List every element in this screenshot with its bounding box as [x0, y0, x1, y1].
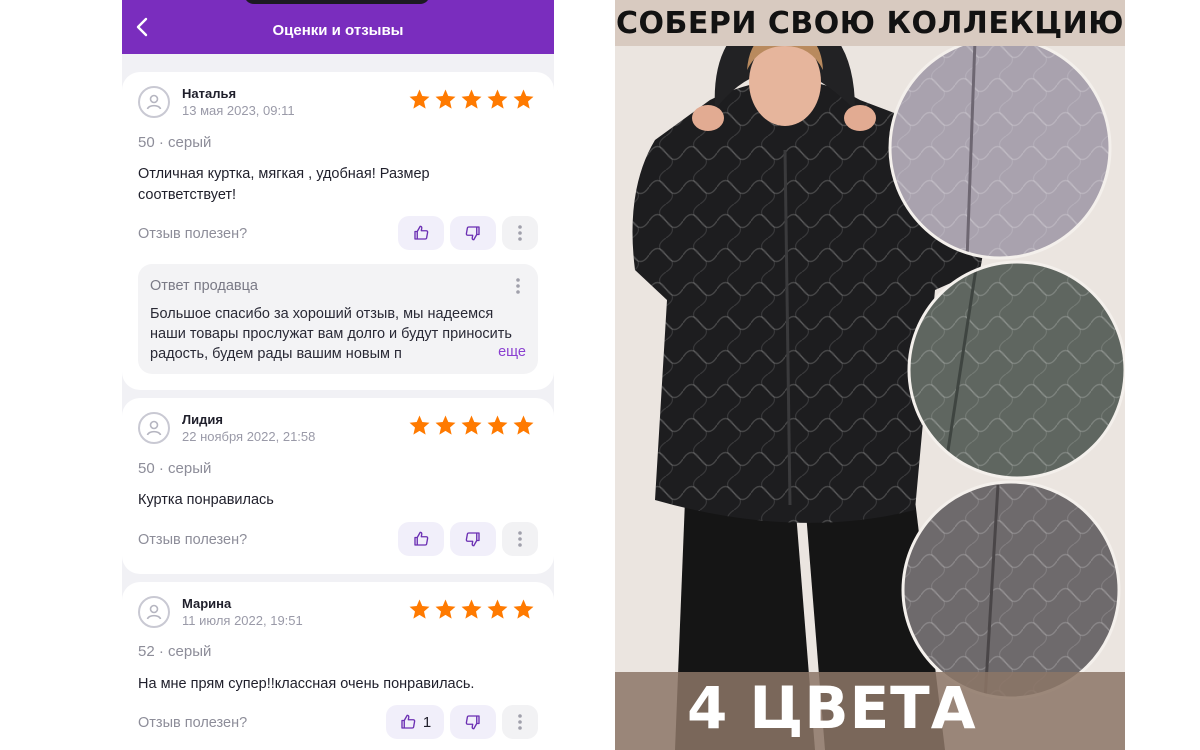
star-icon [487, 89, 508, 109]
review-date: 11 июля 2022, 19:51 [182, 613, 303, 628]
helpful-label: Отзыв полезен? [138, 715, 248, 731]
helpful-label: Отзыв полезен? [138, 226, 248, 242]
helpful-label: Отзыв полезен? [138, 532, 248, 548]
rating-stars [408, 414, 535, 437]
user-avatar-icon [138, 412, 170, 444]
app-header: Оценки и отзывы [122, 0, 554, 54]
thumbs-up-icon [414, 531, 429, 546]
star-icon [435, 89, 456, 109]
more-vertical-icon [518, 531, 522, 547]
like-button[interactable] [398, 216, 444, 250]
size-color-variant: 52 · серый [138, 643, 212, 660]
review-date: 22 ноября 2022, 21:58 [182, 429, 316, 444]
reviewer-name: Наталья [182, 86, 237, 101]
review-text: На мне прям супер!!классная очень понрав… [138, 676, 475, 692]
seller-reply-text: Большое спасибо за хороший отзыв, мы над… [150, 306, 512, 362]
star-icon [513, 89, 534, 109]
review-card: Наталья 13 мая 2023, 09:11 50 · серый От… [122, 72, 554, 390]
thumbs-down-icon [465, 715, 480, 730]
thumbs-down-icon [465, 532, 480, 547]
product-promo-image: СОБЕРИ СВОЮ КОЛЛЕКЦИЮ 4 ЦВЕТА [615, 0, 1125, 750]
like-button[interactable]: 1 [386, 705, 444, 739]
star-icon [409, 599, 430, 619]
thumbs-up-icon [414, 225, 429, 240]
reviewer-name: Марина [182, 596, 232, 611]
more-vertical-icon [516, 278, 520, 294]
thumbs-up-icon [401, 714, 416, 729]
like-button[interactable] [398, 522, 444, 556]
more-options-button[interactable] [502, 705, 538, 739]
reviewer-name: Лидия [182, 412, 223, 427]
more-vertical-icon [518, 714, 522, 730]
seller-reply: Ответ продавца Большое спасибо за хороши… [138, 264, 538, 374]
review-text: Отличная куртка, мягкая , удобная! Разме… [138, 166, 430, 203]
size-color-variant: 50 · серый [138, 460, 212, 477]
more-options-button[interactable] [506, 274, 530, 298]
star-icon [487, 599, 508, 619]
star-icon [513, 415, 534, 435]
review-card: Лидия 22 ноября 2022, 21:58 50 · серый К… [122, 398, 554, 574]
size-color-variant: 50 · серый [138, 134, 212, 151]
star-icon [409, 89, 430, 109]
star-icon [435, 599, 456, 619]
jacket-photo [615, 0, 1125, 750]
phone-notch [244, 0, 430, 4]
star-icon [461, 599, 482, 619]
user-avatar-icon [138, 596, 170, 628]
reviews-screen: Оценки и отзывы Наталья 13 мая 2023, 09:… [122, 0, 554, 750]
star-icon [409, 415, 430, 435]
review-text: Куртка понравилась [138, 492, 274, 508]
rating-stars [408, 598, 535, 621]
star-icon [513, 599, 534, 619]
review-date: 13 мая 2023, 09:11 [182, 103, 295, 118]
user-avatar-icon [138, 86, 170, 118]
star-icon [461, 415, 482, 435]
review-card: Марина 11 июля 2022, 19:51 52 · серый На… [122, 582, 554, 750]
promo-headline: СОБЕРИ СВОЮ КОЛЛЕКЦИЮ [615, 0, 1125, 46]
rating-stars [408, 88, 535, 111]
page-title: Оценки и отзывы [272, 22, 404, 39]
star-icon [461, 89, 482, 109]
color-count-caption: 4 ЦВЕТА [687, 674, 977, 742]
dislike-button[interactable] [450, 705, 496, 739]
more-options-button[interactable] [502, 216, 538, 250]
seller-reply-title: Ответ продавца [150, 278, 258, 294]
more-vertical-icon [518, 225, 522, 241]
star-icon [487, 415, 508, 435]
dislike-button[interactable] [450, 216, 496, 250]
star-icon [435, 415, 456, 435]
dislike-button[interactable] [450, 522, 496, 556]
more-options-button[interactable] [502, 522, 538, 556]
expand-reply-link[interactable]: еще [472, 344, 526, 360]
like-count: 1 [422, 713, 432, 731]
thumbs-down-icon [465, 226, 480, 241]
